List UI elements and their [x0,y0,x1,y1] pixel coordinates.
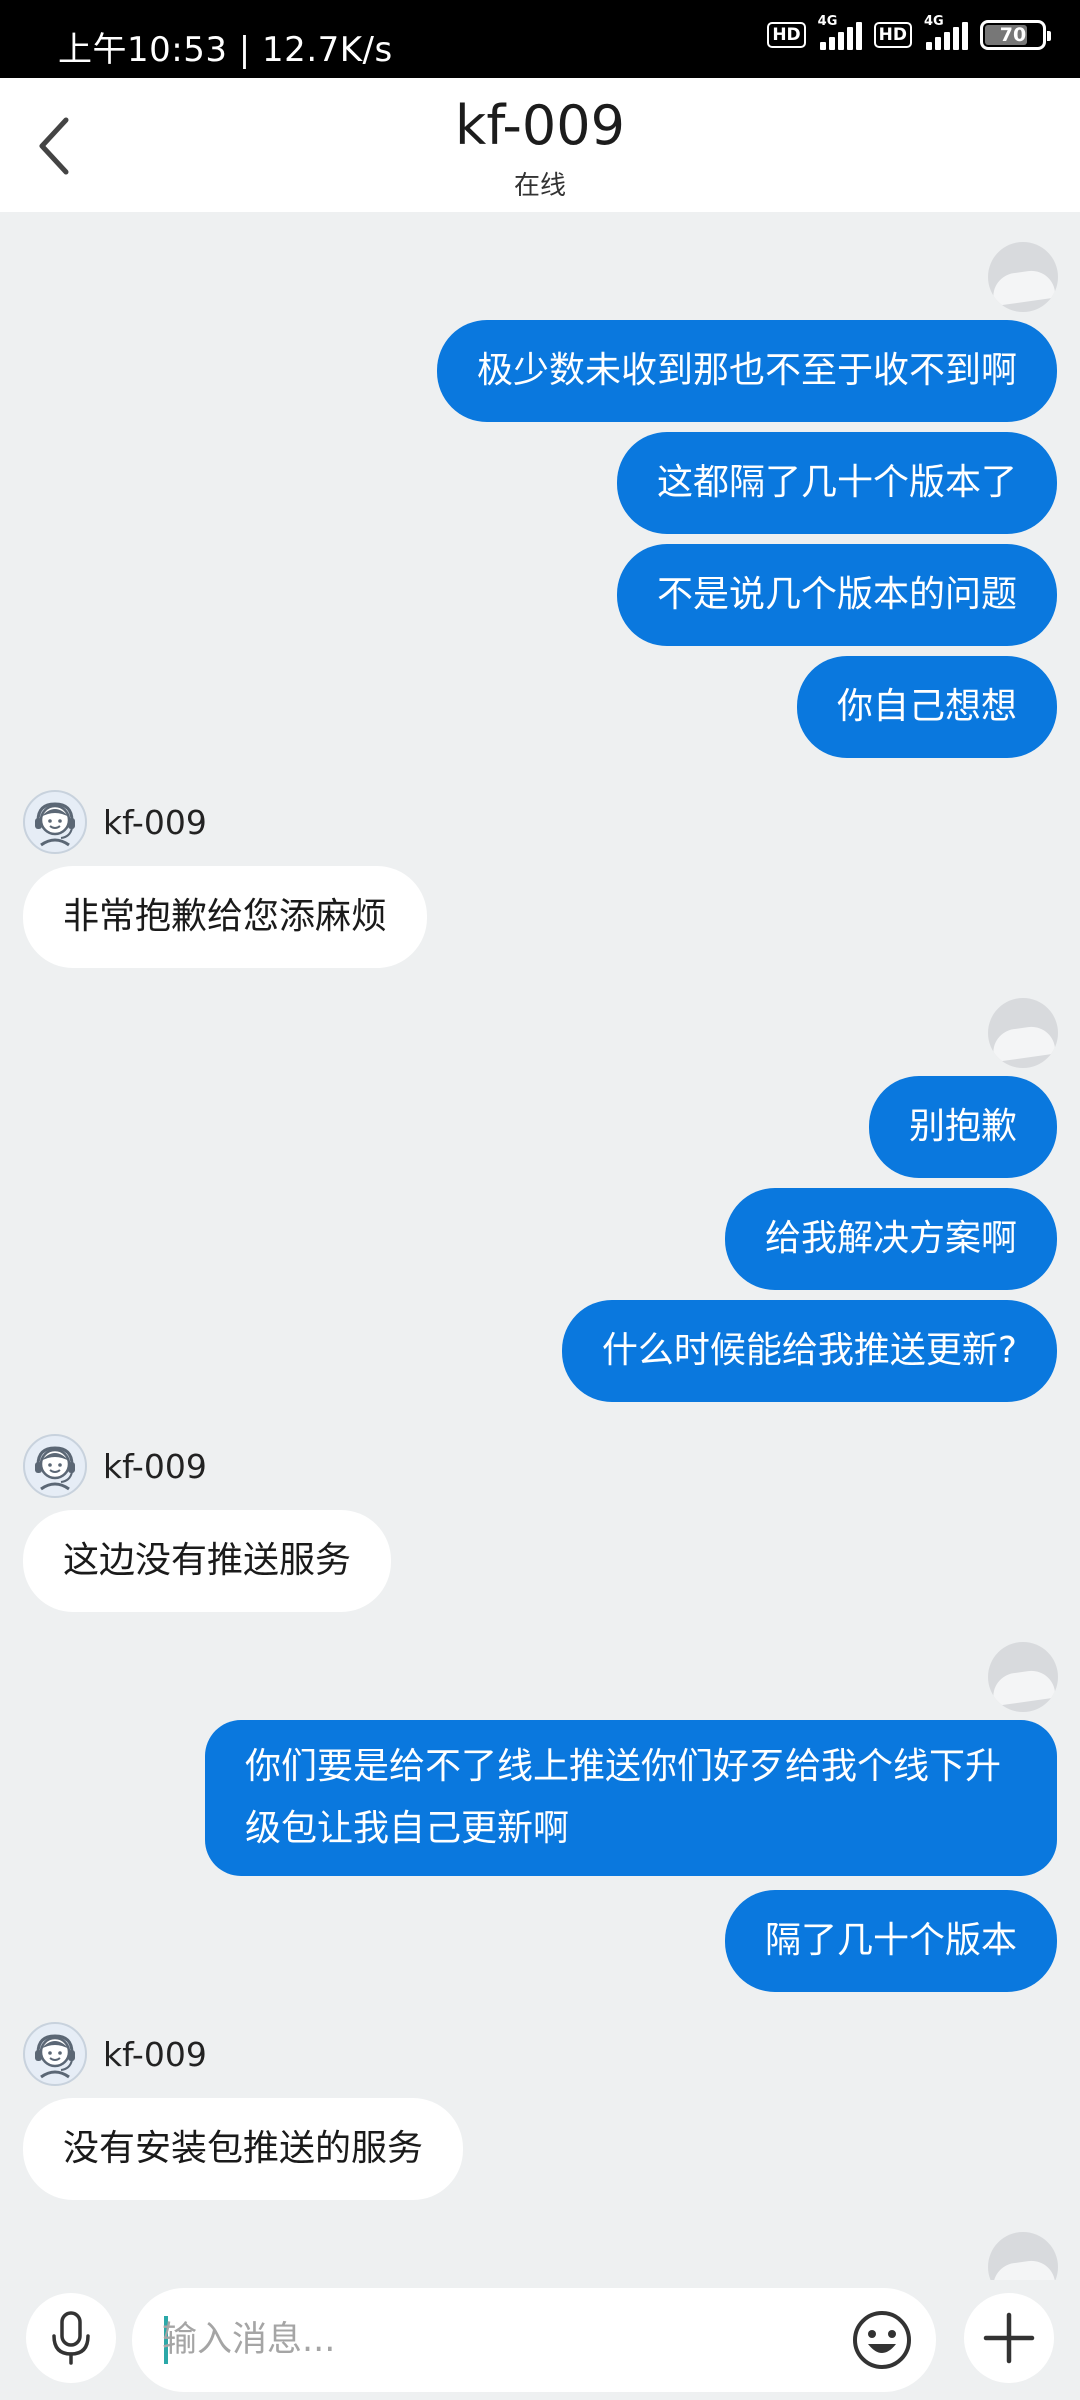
message-bubble-outgoing[interactable]: 极少数未收到那也不至于收不到啊 [436,320,1057,422]
battery-level: 70 [999,24,1027,46]
sender-row: kf-009 [23,2022,207,2086]
microphone-icon [52,2311,90,2365]
message-bubble-outgoing[interactable]: 别抱歉 [868,1076,1057,1178]
status-bar: 上午10:53 | 12.7K/s HD 4G HD 4G 70 [0,0,1080,78]
support-agent-icon [35,802,75,847]
signal-icon: 4G [924,14,968,50]
sender-name: kf-009 [103,802,207,842]
support-agent-icon [35,1446,75,1491]
message-bubble-incoming[interactable]: 非常抱歉给您添麻烦 [23,866,428,968]
signal-icon: 4G [818,14,862,50]
voice-button[interactable] [26,2293,116,2383]
message-list[interactable]: 极少数未收到那也不至于收不到啊 这都隔了几十个版本了 不是说几个版本的问题 你自… [0,212,1080,2302]
message-bubble-outgoing[interactable]: 不是说几个版本的问题 [616,544,1057,646]
message-bubble-outgoing[interactable]: 这都隔了几十个版本了 [616,432,1057,534]
plus-button[interactable] [964,2293,1054,2383]
message-bubble-outgoing[interactable]: 你自己想想 [796,656,1057,758]
message-input[interactable] [162,2310,802,2370]
sender-row: kf-009 [23,1434,207,1498]
sender-row: kf-009 [23,790,207,854]
user-avatar[interactable] [988,1642,1058,1712]
hd-badge: HD [873,22,912,48]
user-avatar[interactable] [988,998,1058,1068]
status-time: 上午10:53 | 12.7K/s [58,30,393,70]
message-bubble-incoming[interactable]: 没有安装包推送的服务 [23,2098,464,2200]
agent-avatar[interactable] [23,790,87,854]
battery-icon: 70 [980,20,1051,50]
smiley-icon [853,2311,911,2369]
message-bubble-outgoing[interactable]: 隔了几十个版本 [724,1890,1057,1992]
message-field[interactable] [132,2288,936,2392]
status-icons: HD 4G HD 4G 70 [767,14,1051,50]
online-status: 在线 [513,171,566,201]
emoji-button[interactable] [850,2308,914,2372]
sender-name: kf-009 [103,2034,207,2074]
agent-avatar[interactable] [23,1434,87,1498]
message-bubble-outgoing[interactable]: 给我解决方案啊 [724,1188,1057,1290]
plus-icon [983,2312,1035,2364]
support-agent-icon [35,2034,75,2079]
message-bubble-outgoing[interactable]: 什么时候能给我推送更新? [561,1300,1057,1402]
message-bubble-outgoing[interactable]: 你们要是给不了线上推送你们好歹给我个线下升级包让我自己更新啊 [205,1720,1057,1876]
user-avatar[interactable] [988,242,1058,312]
input-bar [0,2280,1080,2400]
sender-name: kf-009 [103,1446,207,1486]
message-bubble-incoming[interactable]: 这边没有推送服务 [23,1510,392,1612]
hd-badge: HD [767,22,806,48]
chat-header: kf-009 在线 [0,78,1080,212]
agent-avatar[interactable] [23,2022,87,2086]
chat-title: kf-009 [455,94,625,157]
